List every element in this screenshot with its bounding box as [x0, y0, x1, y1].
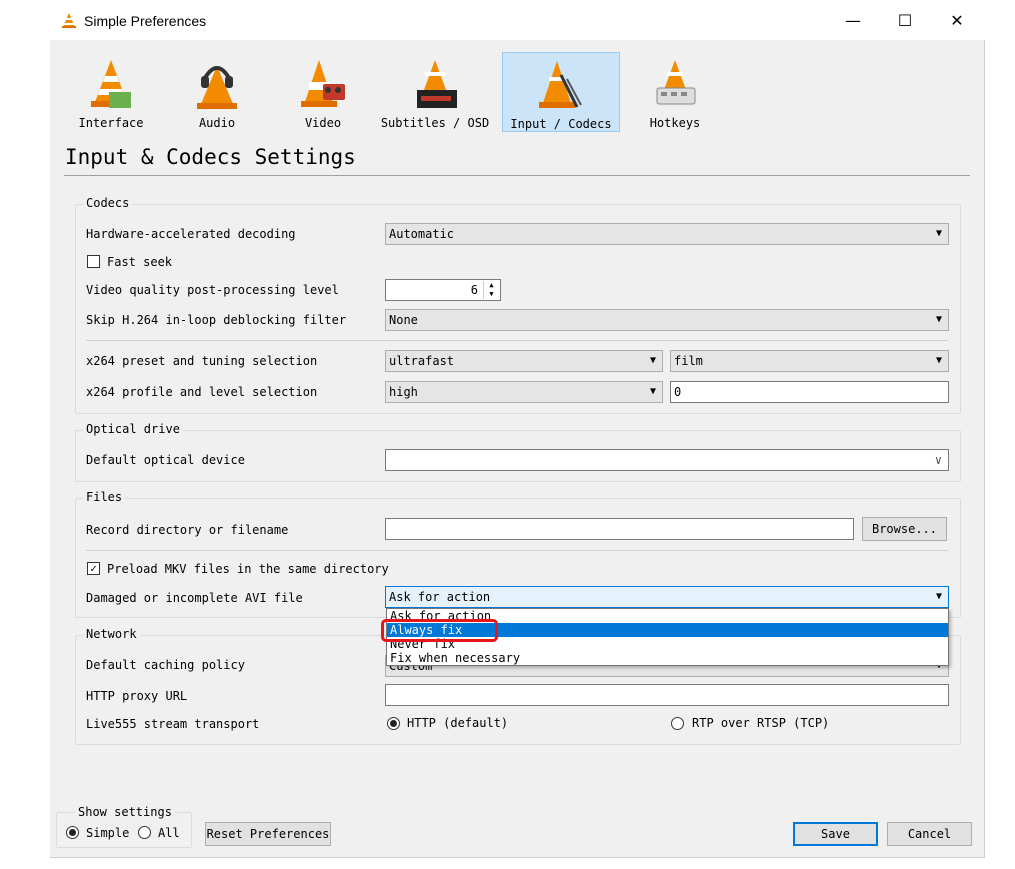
- record-input[interactable]: [385, 518, 854, 540]
- maximize-icon: ☐: [897, 10, 913, 30]
- tab-audio[interactable]: Audio: [158, 52, 276, 132]
- simple-radio[interactable]: [66, 826, 79, 839]
- live555-label: Live555 stream transport: [86, 717, 260, 731]
- video-icon: [301, 60, 345, 107]
- files-group-label: Files: [83, 490, 126, 504]
- dropdown-option-fix-when-necessary[interactable]: Fix when necessary: [387, 651, 948, 665]
- dropdown-arrow-icon: ▼: [935, 355, 942, 366]
- tab-hotkeys[interactable]: Hotkeys: [616, 52, 734, 132]
- dropdown-arrow-icon: ▼: [935, 314, 942, 325]
- tab-label: Audio: [198, 116, 236, 130]
- fast-seek-checkbox[interactable]: [87, 255, 100, 268]
- codecs-group-label: Codecs: [83, 196, 133, 210]
- preload-mkv-checkbox[interactable]: ✓: [87, 562, 100, 575]
- window-title: Simple Preferences: [84, 13, 207, 29]
- dropdown-arrow-icon: ▼: [649, 355, 656, 366]
- skip-h264-value: None: [389, 313, 418, 327]
- simple-radio-label: Simple: [86, 826, 130, 840]
- skip-h264-select[interactable]: None ▼: [385, 309, 949, 331]
- hw-decoding-label: Hardware-accelerated decoding: [86, 227, 296, 241]
- tab-video[interactable]: Video: [264, 52, 382, 132]
- network-group-label: Network: [83, 627, 140, 641]
- section-title: Input & Codecs Settings: [65, 145, 356, 169]
- skip-h264-label: Skip H.264 in-loop deblocking filter: [86, 313, 347, 327]
- dropdown-arrow-icon: ▼: [935, 228, 942, 239]
- maximize-button[interactable]: ☐: [882, 0, 928, 40]
- divider: [86, 550, 948, 551]
- damaged-avi-label: Damaged or incomplete AVI file: [86, 591, 303, 605]
- x264-profile-value: high: [389, 385, 418, 399]
- proxy-input[interactable]: [385, 684, 949, 706]
- x264-preset-select[interactable]: ultrafast ▼: [385, 350, 663, 372]
- tab-input-codecs[interactable]: Input / Codecs: [502, 52, 620, 132]
- dropdown-arrow-icon: ▼: [649, 386, 656, 397]
- save-button[interactable]: Save: [793, 822, 878, 846]
- x264-preset-value: ultrafast: [389, 354, 455, 368]
- tab-label: Input / Codecs: [510, 117, 612, 131]
- x264-profile-select[interactable]: high ▼: [385, 381, 663, 403]
- damaged-avi-select[interactable]: Ask for action ▼: [385, 586, 949, 608]
- x264-profile-label: x264 profile and level selection: [86, 385, 318, 399]
- close-icon: ✕: [950, 10, 964, 30]
- vq-level-value: 6: [470, 283, 478, 297]
- http-radio[interactable]: [387, 717, 400, 730]
- hw-decoding-select[interactable]: Automatic ▼: [385, 223, 949, 245]
- record-label: Record directory or filename: [86, 523, 289, 537]
- x264-tuning-select[interactable]: film ▼: [670, 350, 949, 372]
- minimize-icon: —: [845, 10, 861, 30]
- fast-seek-label: Fast seek: [107, 255, 173, 269]
- proxy-label: HTTP proxy URL: [86, 689, 188, 703]
- vlc-cone-icon: [62, 13, 76, 28]
- show-settings-label: Show settings: [75, 805, 175, 819]
- tab-label: Interface: [78, 116, 144, 130]
- audio-icon: [197, 66, 237, 109]
- x264-tuning-value: film: [674, 354, 703, 368]
- tab-label: Subtitles / OSD: [380, 116, 490, 130]
- divider: [64, 175, 970, 176]
- all-radio-label: All: [158, 826, 180, 840]
- caching-label: Default caching policy: [86, 658, 245, 672]
- rtp-radio-label: RTP over RTSP (TCP): [692, 716, 830, 730]
- highlight-ring: [381, 619, 498, 642]
- tab-subtitles[interactable]: Subtitles / OSD: [376, 52, 494, 132]
- damaged-avi-value: Ask for action: [389, 590, 491, 604]
- http-radio-label: HTTP (default): [407, 716, 509, 730]
- x264-level-value: 0: [674, 385, 682, 399]
- vq-level-label: Video quality post-processing level: [86, 283, 339, 297]
- preload-mkv-label: Preload MKV files in the same directory: [107, 562, 389, 576]
- hotkeys-icon: [656, 60, 696, 105]
- hw-decoding-value: Automatic: [389, 227, 455, 241]
- rtp-radio[interactable]: [671, 717, 684, 730]
- dropdown-arrow-icon: ▼: [935, 591, 942, 602]
- close-button[interactable]: ✕: [934, 0, 980, 40]
- chevron-down-icon: ∨: [934, 453, 942, 467]
- vq-level-spinbox[interactable]: 6 ▲ ▼: [385, 279, 501, 301]
- input-codecs-icon: [539, 61, 582, 108]
- tab-label: Hotkeys: [649, 116, 701, 130]
- subtitles-icon: [417, 60, 457, 108]
- minimize-button[interactable]: —: [830, 0, 876, 40]
- spin-arrows-icon[interactable]: ▲ ▼: [483, 281, 499, 299]
- optical-group-label: Optical drive: [83, 422, 183, 436]
- all-radio[interactable]: [138, 826, 151, 839]
- preferences-window: Simple Preferences — ☐ ✕ Interface Audio: [50, 0, 985, 858]
- cancel-button[interactable]: Cancel: [887, 822, 972, 846]
- tab-label: Video: [304, 116, 342, 130]
- optical-device-label: Default optical device: [86, 453, 245, 467]
- checkmark-icon: ✓: [90, 562, 97, 575]
- optical-device-select[interactable]: ∨: [385, 449, 949, 471]
- title-bar: Simple Preferences — ☐ ✕: [50, 0, 985, 40]
- browse-button[interactable]: Browse...: [862, 517, 947, 541]
- divider: [86, 340, 948, 341]
- x264-preset-label: x264 preset and tuning selection: [86, 354, 318, 368]
- x264-level-input[interactable]: 0: [670, 381, 949, 403]
- tab-interface[interactable]: Interface: [52, 52, 170, 132]
- reset-preferences-button[interactable]: Reset Preferences: [205, 822, 331, 846]
- interface-icon: [91, 60, 131, 108]
